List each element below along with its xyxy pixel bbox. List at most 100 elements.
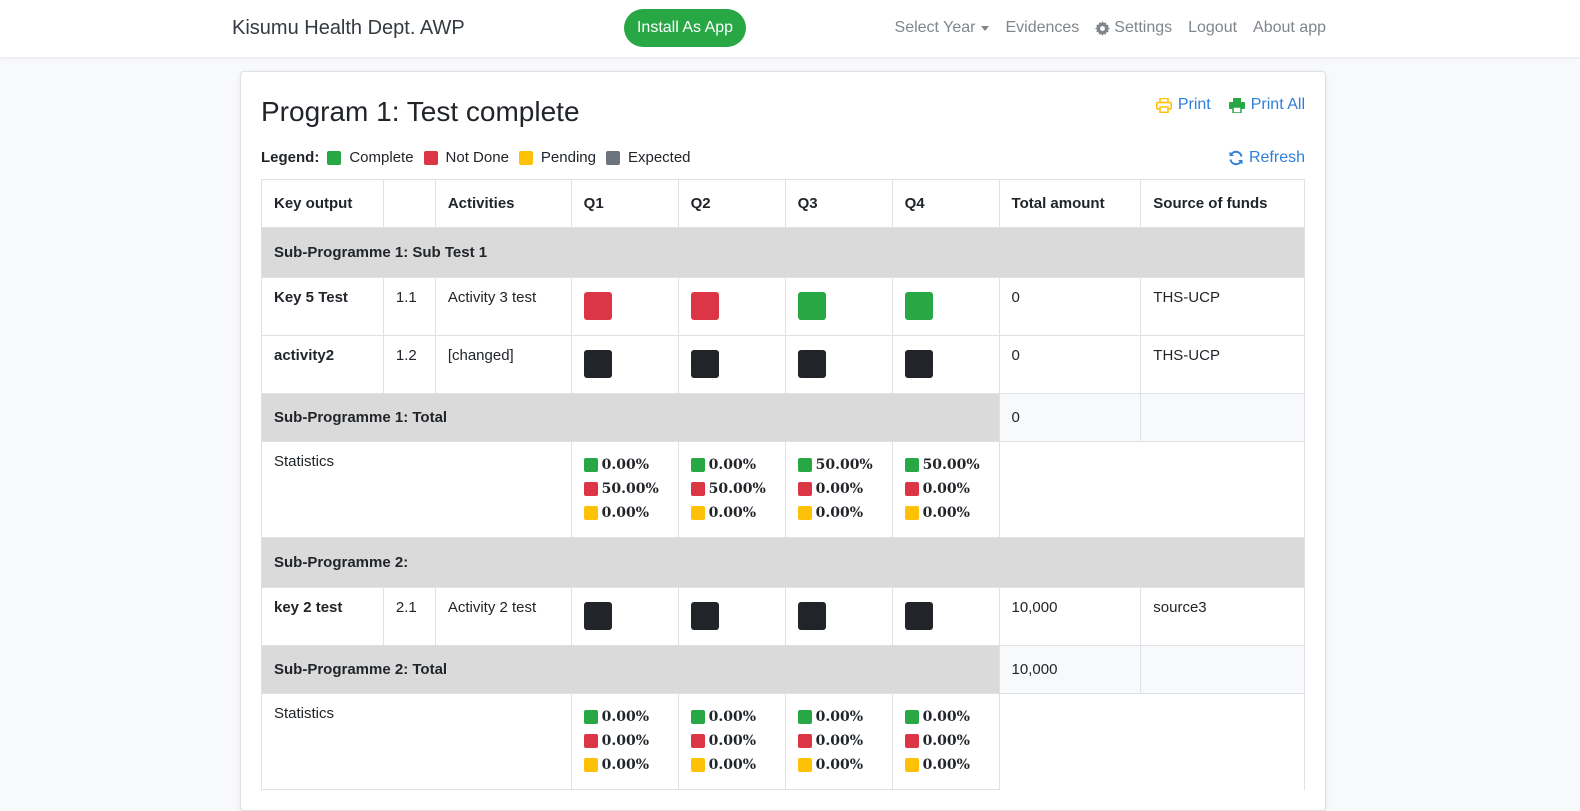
- q2-status-box[interactable]: [690, 350, 719, 378]
- stat-not-done-swatch: [904, 734, 919, 748]
- stat-line-pending: 0.00%: [797, 501, 880, 525]
- stat-not-done-value: 0.00%: [815, 733, 863, 749]
- stat-not-done-swatch: [690, 482, 705, 496]
- print-all-button[interactable]: Print All: [1228, 96, 1305, 114]
- select-year-dropdown[interactable]: Select Year: [895, 19, 990, 37]
- printer-icon: [1228, 97, 1245, 113]
- stat-pending-value: 0.00%: [708, 757, 757, 773]
- legend-complete-swatch: [327, 150, 342, 165]
- q2-statistics: 0.00% 50.00% 0.00%: [677, 441, 786, 538]
- q4-status-box[interactable]: [904, 602, 933, 630]
- q1-status-box[interactable]: [583, 292, 612, 320]
- header-q4: Q4: [891, 179, 1000, 228]
- stat-pending-swatch: [690, 506, 705, 520]
- stat-line-complete: 0.00%: [797, 705, 880, 729]
- q3-status-box[interactable]: [797, 350, 826, 378]
- nav-logout[interactable]: Logout: [1188, 19, 1237, 37]
- stat-complete-value: 50.00%: [815, 457, 873, 473]
- stat-pending-value: 0.00%: [708, 505, 757, 521]
- statistics-row: Statistics 0.00% 50.00% 0.00% 0.00% 50.00% 0…: [261, 441, 1306, 538]
- stat-pending-value: 0.00%: [922, 757, 970, 773]
- subprogramme-title: Sub-Programme 2:: [261, 537, 1305, 588]
- legend-complete-label: Complete: [349, 149, 414, 166]
- nav-settings[interactable]: Settings: [1095, 19, 1172, 37]
- q2-statistics: 0.00% 0.00% 0.00%: [677, 693, 786, 790]
- nav-evidences[interactable]: Evidences: [1005, 19, 1079, 37]
- gear-icon: [1095, 20, 1111, 36]
- subtotal-label: Sub-Programme 1: Total: [261, 393, 1000, 442]
- legend-not-done-swatch: [423, 150, 438, 165]
- select-year-label: Select Year: [894, 19, 976, 36]
- q3-statistics: 50.00% 0.00% 0.00%: [784, 441, 893, 538]
- stat-not-done-swatch: [797, 482, 812, 496]
- header-source-of-funds: Source of funds: [1140, 179, 1305, 228]
- install-app-button[interactable]: Install As App: [624, 9, 746, 47]
- stat-complete-swatch: [904, 458, 919, 472]
- statistics-row: Statistics 0.00% 0.00% 0.00% 0.00% 0.00% 0.0…: [261, 693, 1306, 790]
- statistics-label: Statistics: [261, 693, 572, 790]
- legend-pending-swatch: [518, 150, 533, 165]
- q3-status-box[interactable]: [797, 602, 826, 630]
- stat-line-complete: 50.00%: [797, 453, 880, 477]
- stat-line-not-done: 0.00%: [583, 729, 666, 753]
- stat-complete-swatch: [904, 710, 919, 724]
- print-label: Print: [1177, 96, 1211, 113]
- stat-line-pending: 0.00%: [690, 501, 773, 525]
- activity-number-cell: 1.1: [382, 277, 436, 336]
- stat-line-complete: 0.00%: [583, 705, 666, 729]
- subtotal-label: Sub-Programme 2: Total: [261, 645, 1000, 694]
- stat-line-pending: 0.00%: [797, 753, 880, 777]
- stat-not-done-value: 50.00%: [708, 481, 766, 497]
- stat-complete-swatch: [690, 710, 705, 724]
- key-output-cell: key 2 test: [274, 599, 343, 616]
- q1-status-box[interactable]: [583, 350, 612, 378]
- subprogramme-row: Sub-Programme 2:: [261, 537, 1305, 588]
- q4-status-box[interactable]: [904, 292, 933, 320]
- stat-pending-swatch: [904, 506, 919, 520]
- subtotal-amount: 0: [998, 393, 1142, 442]
- activity-cell: Activity 3 test: [434, 277, 572, 336]
- legend-pending-label: Pending: [540, 149, 596, 166]
- printer-icon: [1155, 97, 1172, 113]
- stat-line-complete: 0.00%: [690, 453, 773, 477]
- print-button[interactable]: Print: [1155, 96, 1211, 114]
- q4-status-box[interactable]: [904, 350, 933, 378]
- stat-pending-swatch: [690, 758, 705, 772]
- total-amount-cell: 0: [998, 335, 1142, 394]
- table-row: Key 5 Test 1.1 Activity 3 test 0 THS-UCP: [261, 277, 1305, 336]
- refresh-icon: [1228, 150, 1244, 166]
- stat-pending-swatch: [797, 506, 812, 520]
- q3-status-box[interactable]: [797, 292, 826, 320]
- table-header-row: Key output Activities Q1 Q2 Q3 Q4 Total …: [261, 179, 1305, 228]
- stat-pending-value: 0.00%: [815, 505, 863, 521]
- app-brand[interactable]: Kisumu Health Dept. AWP: [232, 17, 465, 40]
- refresh-label: Refresh: [1248, 149, 1305, 166]
- subtotal-amount: 10,000: [998, 645, 1142, 694]
- stat-line-pending: 0.00%: [583, 753, 666, 777]
- legend-not-done-label: Not Done: [445, 149, 509, 166]
- stat-not-done-value: 0.00%: [815, 481, 863, 497]
- refresh-button[interactable]: Refresh: [1228, 149, 1305, 167]
- q1-statistics: 0.00% 0.00% 0.00%: [570, 693, 679, 790]
- q2-status-box[interactable]: [690, 602, 719, 630]
- activity-cell: [changed]: [434, 335, 572, 394]
- stat-pending-value: 0.00%: [601, 505, 650, 521]
- stat-complete-value: 0.00%: [708, 457, 757, 473]
- stat-line-not-done: 50.00%: [583, 477, 666, 501]
- q3-statistics: 0.00% 0.00% 0.00%: [784, 693, 893, 790]
- stat-complete-swatch: [583, 458, 598, 472]
- stat-line-not-done: 0.00%: [904, 729, 987, 753]
- header-q3: Q3: [784, 179, 893, 228]
- nav-about[interactable]: About app: [1253, 19, 1326, 37]
- q2-status-box[interactable]: [690, 292, 719, 320]
- stat-line-complete: 50.00%: [904, 453, 987, 477]
- header-key-output: Key output: [261, 179, 384, 228]
- table-row: activity2 1.2 [changed] 0 THS-UCP: [261, 335, 1305, 394]
- header-q1: Q1: [570, 179, 679, 228]
- stat-complete-value: 0.00%: [815, 709, 863, 725]
- activity-cell: Activity 2 test: [434, 587, 572, 646]
- q1-statistics: 0.00% 50.00% 0.00%: [570, 441, 679, 538]
- nav-links: Select Year Evidences Settings Logout Ab…: [895, 19, 1326, 37]
- stat-not-done-value: 50.00%: [601, 481, 659, 497]
- q1-status-box[interactable]: [583, 602, 612, 630]
